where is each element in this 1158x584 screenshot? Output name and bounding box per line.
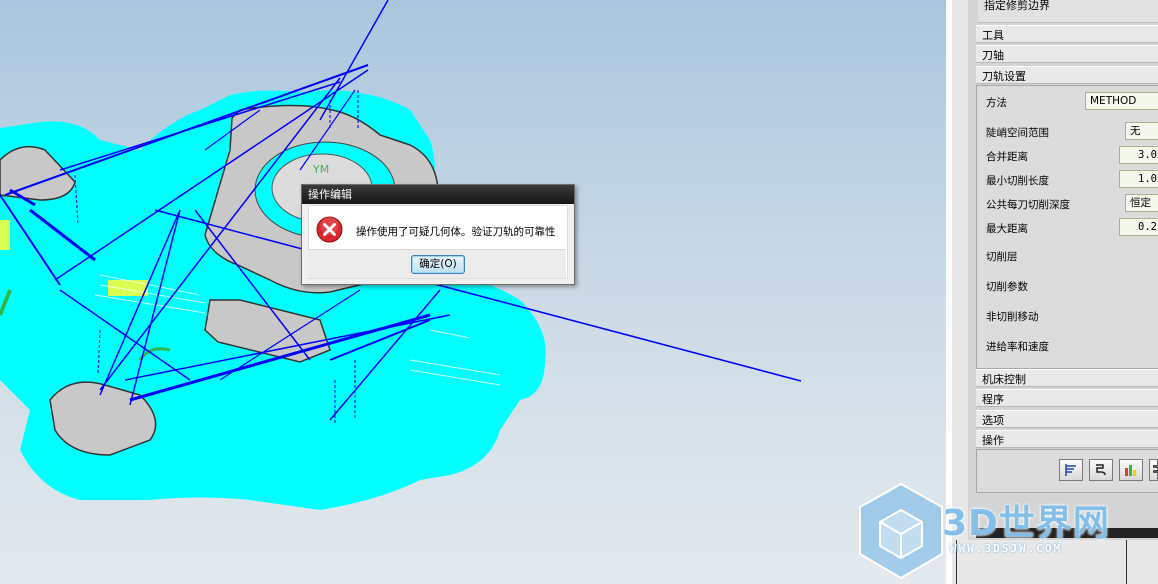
- section-program-label: 程序: [982, 393, 1004, 406]
- section-tool-label: 工具: [982, 29, 1004, 42]
- cut-params-button[interactable]: 切削参数: [986, 279, 1028, 294]
- min-cut-length-label: 最小切削长度: [986, 175, 1049, 187]
- trim-boundary-label: 指定修剪边界: [984, 0, 1050, 12]
- section-program[interactable]: 程序: [976, 389, 1158, 407]
- merge-distance-input[interactable]: 3.0: [1119, 146, 1158, 164]
- section-actions[interactable]: 操作: [976, 430, 1158, 448]
- section-machine-control-label: 机床控制: [982, 373, 1026, 386]
- list-button[interactable]: [1149, 459, 1158, 481]
- watermark-title: 3D世界网: [942, 503, 1110, 544]
- error-icon: [316, 216, 343, 243]
- non-cut-moves-button[interactable]: 非切削移动: [986, 309, 1039, 324]
- axis-label-ym: YM: [313, 163, 330, 176]
- min-cut-length-input[interactable]: 1.0: [1119, 170, 1158, 188]
- replay-icon: [1096, 464, 1106, 476]
- feeds-speeds-button[interactable]: 进给率和速度: [986, 339, 1049, 354]
- merge-distance-label: 合并距离: [986, 151, 1028, 163]
- max-distance-label: 最大距离: [986, 223, 1028, 235]
- section-options[interactable]: 选项: [976, 410, 1158, 428]
- trim-boundary-row[interactable]: 指定修剪边界: [978, 0, 1158, 23]
- dialog-message: 操作使用了可疑几何体。验证刀轨的可靠性: [356, 226, 556, 238]
- depth-per-cut-label: 公共每刀切削深度: [986, 199, 1070, 211]
- watermark-logo-icon: [859, 482, 943, 580]
- depth-per-cut-select[interactable]: 恒定: [1125, 194, 1158, 212]
- section-actions-label: 操作: [982, 434, 1004, 447]
- section-options-label: 选项: [982, 414, 1004, 427]
- section-path-settings[interactable]: 刀轨设置: [976, 66, 1158, 84]
- watermark-url: WWW.3DSJW.COM: [950, 542, 1063, 555]
- steep-select[interactable]: 无: [1125, 122, 1158, 140]
- watermark: 3D世界网 WWW.3DSJW.COM: [856, 482, 1158, 584]
- operation-edit-dialog: 操作编辑 操作使用了可疑几何体。验证刀轨的可靠性 确定(O): [301, 184, 575, 285]
- section-tool-axis-label: 刀轴: [982, 49, 1004, 62]
- list-icon: [1153, 465, 1158, 473]
- section-machine-control[interactable]: 机床控制: [976, 369, 1158, 387]
- verify-button[interactable]: [1119, 459, 1143, 481]
- feature-yellow-1: [108, 280, 148, 296]
- section-path-settings-label: 刀轨设置: [982, 70, 1026, 83]
- path-settings-group: 方法 METHOD 陡峭空间范围 无 合并距离 3.0 最小切削长度 1.0 公…: [976, 85, 1158, 369]
- section-tool[interactable]: 工具: [976, 25, 1158, 43]
- method-field[interactable]: METHOD: [1085, 92, 1158, 110]
- dialog-footer: 确定(O): [308, 249, 566, 278]
- feature-yellow-2: [0, 220, 10, 250]
- method-label: 方法: [986, 97, 1007, 109]
- steep-label: 陡峭空间范围: [986, 127, 1049, 139]
- toolpath-scene: [0, 0, 802, 510]
- generate-icon: [1065, 464, 1076, 476]
- verify-icon: [1125, 465, 1136, 476]
- replay-button[interactable]: [1089, 459, 1113, 481]
- cut-levels-button[interactable]: 切削层: [986, 249, 1018, 264]
- max-distance-input[interactable]: 0.2: [1119, 218, 1158, 236]
- generate-button[interactable]: [1059, 459, 1083, 481]
- ok-button[interactable]: 确定(O): [411, 255, 465, 274]
- dialog-title[interactable]: 操作编辑: [302, 185, 574, 204]
- graphics-viewport[interactable]: YM: [0, 0, 946, 584]
- section-tool-axis[interactable]: 刀轴: [976, 45, 1158, 63]
